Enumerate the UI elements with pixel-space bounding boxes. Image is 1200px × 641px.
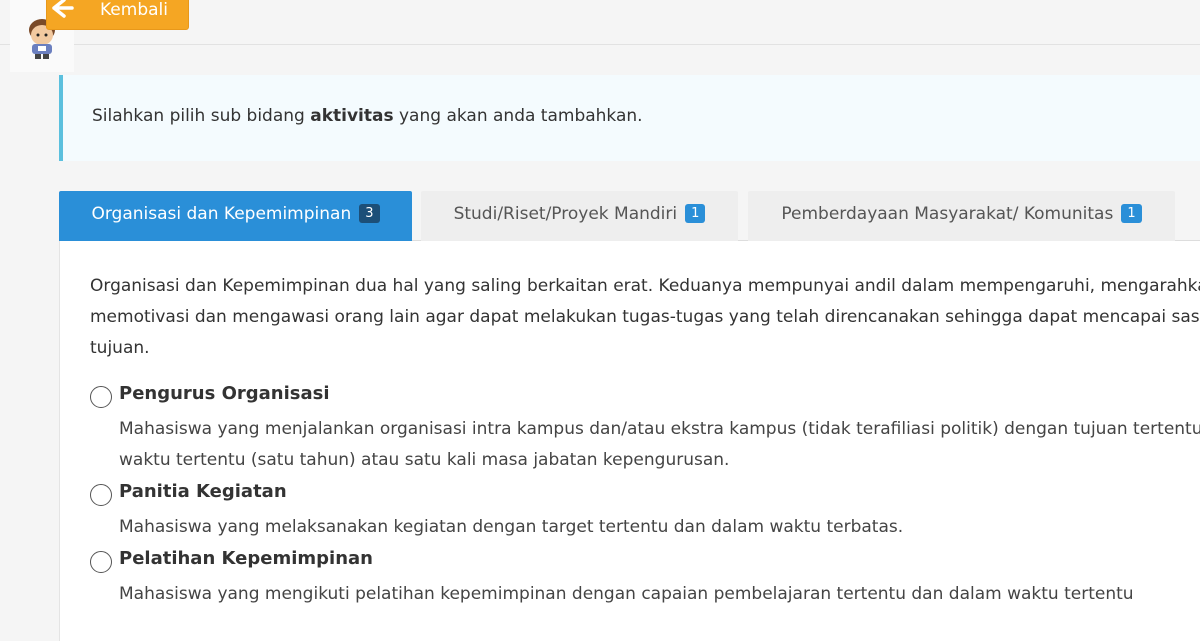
info-text-suffix: yang akan anda tambahkan. [393, 106, 643, 126]
option-title: Panitia Kegiatan [119, 481, 287, 502]
info-text-prefix: Silahkan pilih sub bidang [92, 106, 311, 126]
tab-count-badge: 3 [359, 204, 380, 223]
description-line: memotivasi dan mengawasi orang lain agar… [90, 307, 1200, 327]
category-tabs: Organisasi dan Kepemimpinan 3 Studi/Riset… [59, 191, 1200, 241]
radio-button[interactable] [90, 386, 112, 408]
main-content: Silahkan pilih sub bidang aktivitas yang… [59, 45, 1200, 641]
tab-organisasi-kepemimpinan[interactable]: Organisasi dan Kepemimpinan 3 [59, 191, 412, 241]
tab-count-badge: 1 [685, 204, 706, 223]
option-title: Pelatihan Kepemimpinan [119, 548, 373, 569]
radio-button[interactable] [90, 551, 112, 573]
option-description-line: waktu tertentu (satu tahun) atau satu ka… [119, 450, 730, 470]
option-title: Pengurus Organisasi [119, 383, 330, 404]
option-description: Mahasiswa yang mengikuti pelatihan kepem… [119, 579, 1134, 610]
tab-count-badge: 1 [1121, 204, 1142, 223]
tab-panel: Organisasi dan Kepemimpinan dua hal yang… [59, 241, 1200, 641]
description-line: Organisasi dan Kepemimpinan dua hal yang… [90, 276, 1200, 296]
back-button-label: Kembali [100, 0, 168, 20]
option-description: Mahasiswa yang melaksanakan kegiatan den… [119, 512, 903, 543]
tab-label: Organisasi dan Kepemimpinan [91, 204, 352, 224]
info-alert: Silahkan pilih sub bidang aktivitas yang… [59, 75, 1200, 161]
radio-button[interactable] [90, 484, 112, 506]
option-description-line: Mahasiswa yang mengikuti pelatihan kepem… [119, 584, 1134, 604]
option-description: Mahasiswa yang menjalankan organisasi in… [119, 414, 1200, 476]
tab-label: Pemberdayaan Masyarakat/ Komunitas [781, 204, 1114, 224]
tab-label: Studi/Riset/Proyek Mandiri [453, 204, 678, 224]
option-description-line: Mahasiswa yang melaksanakan kegiatan den… [119, 517, 904, 537]
tab-pemberdayaan-masyarakat[interactable]: Pemberdayaan Masyarakat/ Komunitas 1 [748, 191, 1175, 241]
info-text-highlight: aktivitas [310, 106, 394, 126]
category-description: Organisasi dan Kepemimpinan dua hal yang… [90, 271, 1200, 364]
option-description-line: Mahasiswa yang menjalankan organisasi in… [119, 419, 1200, 439]
description-line: tujuan. [90, 338, 150, 358]
tab-studi-riset-proyek[interactable]: Studi/Riset/Proyek Mandiri 1 [421, 191, 738, 241]
arrow-left-icon [52, 0, 74, 18]
